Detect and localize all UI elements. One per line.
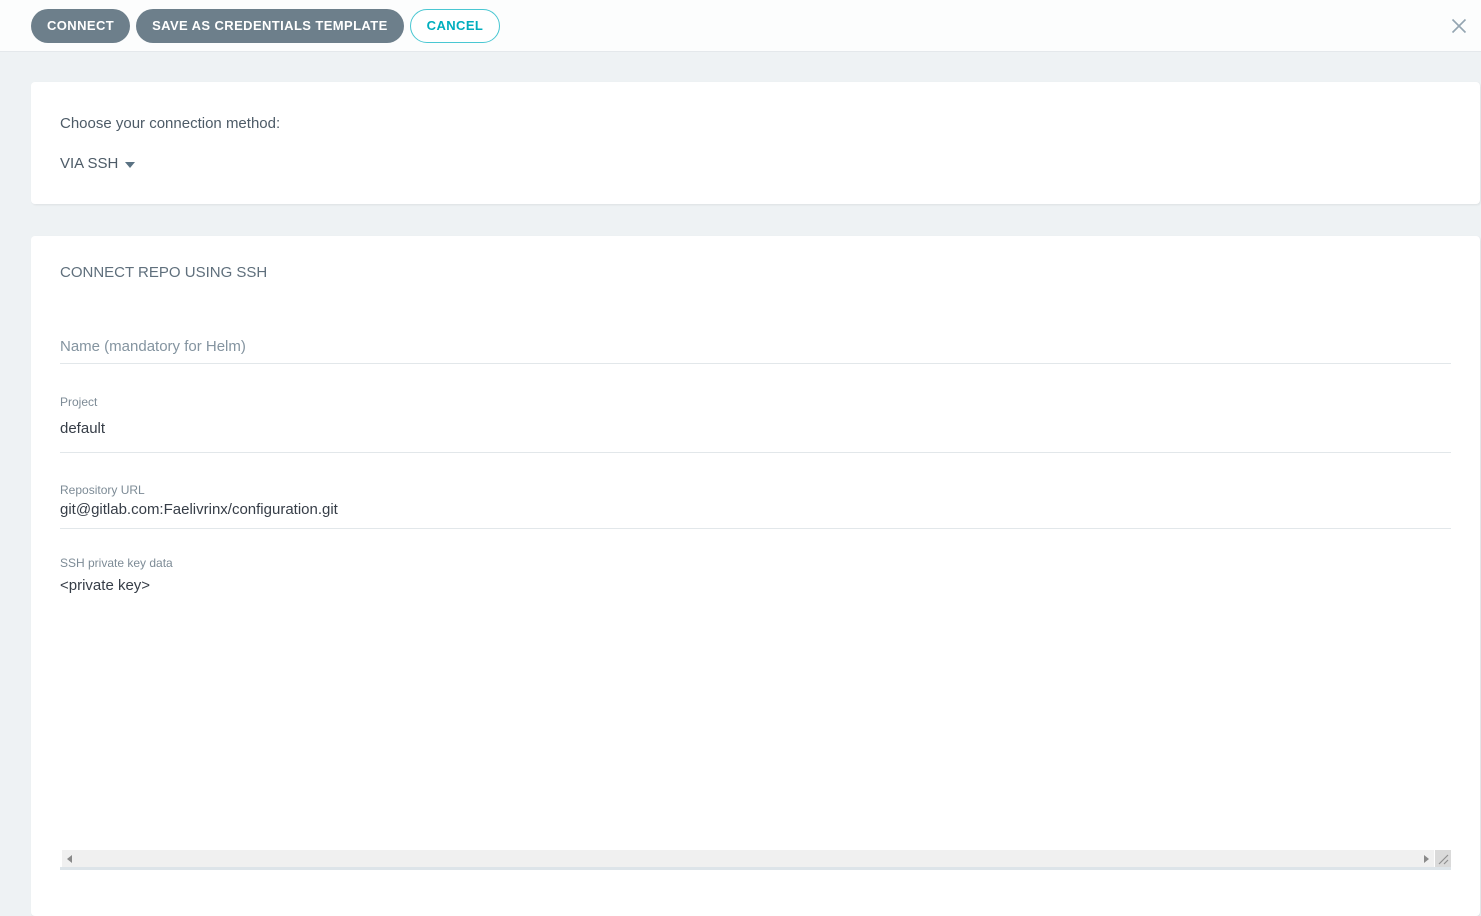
ssh-private-key-textarea-wrap: <private key> [60, 576, 1451, 870]
connection-method-value: VIA SSH [60, 155, 119, 172]
repository-url-field: Repository URL [60, 483, 1451, 529]
close-icon[interactable] [1446, 13, 1472, 39]
scroll-left-arrow-icon[interactable] [67, 854, 72, 863]
ssh-private-key-field: SSH private key data <private key> [60, 556, 1451, 870]
caret-down-icon [125, 161, 136, 168]
project-input[interactable] [60, 420, 1451, 453]
connect-repo-ssh-page: { "toolbar": { "connect": "CONNECT", "sa… [0, 0, 1481, 916]
ssh-private-key-label: SSH private key data [60, 556, 173, 570]
toolbar: CONNECT SAVE AS CREDENTIALS TEMPLATE CAN… [0, 0, 1481, 52]
connect-repo-form-panel: CONNECT REPO USING SSH Project Repositor… [31, 236, 1480, 916]
connection-method-prompt: Choose your connection method: [60, 115, 281, 132]
horizontal-scrollbar[interactable] [62, 850, 1434, 867]
repository-url-input[interactable] [60, 501, 1451, 529]
name-field [60, 338, 1451, 364]
name-input[interactable] [60, 338, 1451, 364]
connection-method-panel: Choose your connection method: VIA SSH [31, 82, 1480, 204]
resize-grip-icon[interactable] [1435, 850, 1451, 867]
connect-button[interactable]: CONNECT [31, 8, 131, 43]
form-heading: CONNECT REPO USING SSH [60, 264, 268, 281]
project-label: Project [60, 395, 98, 409]
scroll-right-arrow-icon[interactable] [1424, 854, 1429, 863]
save-as-credentials-template-button[interactable]: SAVE AS CREDENTIALS TEMPLATE [136, 8, 404, 43]
repository-url-label: Repository URL [60, 483, 145, 497]
ssh-private-key-textarea[interactable]: <private key> [60, 576, 1451, 850]
project-field: Project [60, 395, 1451, 453]
connection-method-dropdown[interactable]: VIA SSH [60, 155, 136, 172]
cancel-button[interactable]: CANCEL [409, 8, 501, 43]
